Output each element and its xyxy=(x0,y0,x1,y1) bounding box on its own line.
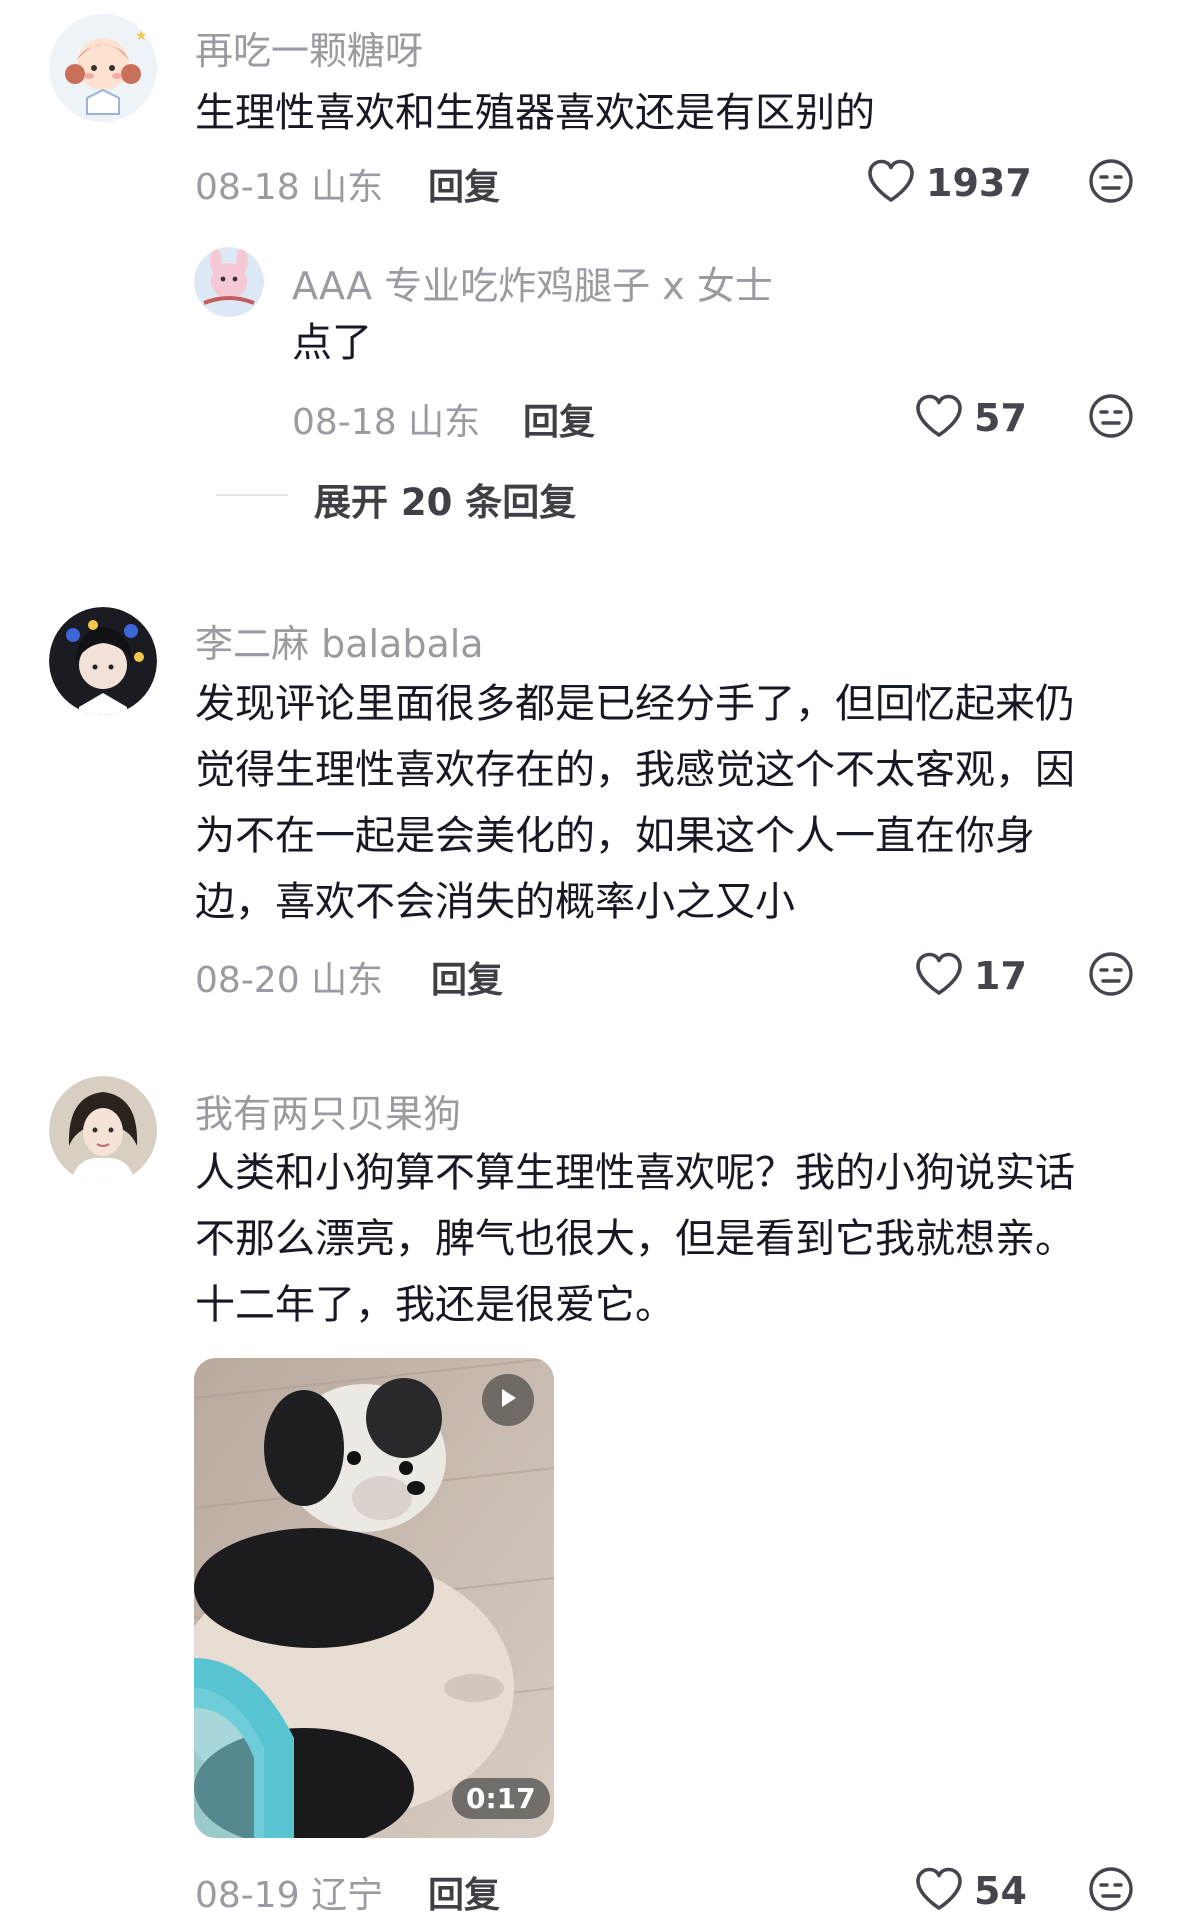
heart-outline-icon xyxy=(866,158,916,208)
comment-location: 山东 xyxy=(311,960,384,1001)
expand-divider xyxy=(216,494,288,496)
dog-photo xyxy=(194,1358,554,1838)
dislike-button[interactable] xyxy=(1088,1866,1134,1912)
comment-text-line: 为不在一起是会美化的，如果这个人一直在你身 xyxy=(195,813,1035,859)
comment-location: 山东 xyxy=(408,402,481,443)
username[interactable]: 我有两只贝果狗 xyxy=(195,1083,461,1138)
comment-location: 辽宁 xyxy=(311,1875,384,1916)
comment-text-line: 十二年了，我还是很爱它。 xyxy=(195,1282,675,1328)
like-count: 17 xyxy=(974,954,1027,998)
comment-text: 生理性喜欢和生殖器喜欢还是有区别的 xyxy=(195,90,875,136)
video-thumbnail[interactable]: 0:17 xyxy=(194,1358,554,1838)
comment-meta: 08-19 辽宁 xyxy=(195,1866,383,1918)
comment-text-line: 觉得生理性喜欢存在的，我感觉这个不太客观，因 xyxy=(195,747,1075,793)
video-duration: 0:17 xyxy=(452,1778,550,1819)
like-button[interactable]: 54 xyxy=(914,1866,1027,1916)
comment-meta: 08-18 山东 xyxy=(292,393,480,445)
comment-date: 08-18 xyxy=(195,167,300,208)
like-button[interactable]: 1937 xyxy=(866,158,1032,208)
dislike-button[interactable] xyxy=(1088,951,1134,997)
reply-button[interactable]: 回复 xyxy=(428,158,500,210)
dislike-button[interactable] xyxy=(1088,393,1134,439)
avatar[interactable]: ★ xyxy=(49,14,157,122)
play-icon xyxy=(497,1386,519,1414)
dislike-button[interactable] xyxy=(1088,158,1134,204)
comment-date: 08-20 xyxy=(195,960,300,1001)
comment-location: 山东 xyxy=(311,167,384,208)
dislike-face-icon xyxy=(1088,1866,1134,1912)
reply-text: 点了 xyxy=(292,320,372,366)
like-button[interactable]: 57 xyxy=(914,393,1027,443)
reply-button[interactable]: 回复 xyxy=(431,951,503,1003)
dislike-face-icon xyxy=(1088,158,1134,204)
comment-date: 08-18 xyxy=(292,402,397,443)
username[interactable]: 再吃一颗糖呀 xyxy=(195,20,423,75)
comment-date: 08-19 xyxy=(195,1875,300,1916)
heart-outline-icon xyxy=(914,951,964,1001)
like-count: 54 xyxy=(974,1869,1027,1913)
heart-outline-icon xyxy=(914,393,964,443)
comment-text-line: 边，喜欢不会消失的概率小之又小 xyxy=(195,879,795,925)
comment-text: 发现评论里面很多都是已经分手了，但回忆起来仍 觉得生理性喜欢存在的，我感觉这个不… xyxy=(195,671,1075,935)
like-count: 57 xyxy=(974,396,1027,440)
comment-text-line: 不那么漂亮，脾气也很大，但是看到它我就想亲。 xyxy=(195,1216,1075,1262)
comment-text-line: 发现评论里面很多都是已经分手了，但回忆起来仍 xyxy=(195,681,1075,727)
username[interactable]: AAA 专业吃炸鸡腿子 x 女士 xyxy=(292,255,773,310)
like-count: 1937 xyxy=(926,161,1032,205)
comment-text-line: 人类和小狗算不算生理性喜欢呢？我的小狗说实话 xyxy=(195,1150,1075,1196)
dislike-face-icon xyxy=(1088,393,1134,439)
reply-button[interactable]: 回复 xyxy=(428,1866,500,1918)
expand-replies-button[interactable]: 展开 20 条回复 xyxy=(314,472,576,526)
comment-meta: 08-20 山东 xyxy=(195,951,383,1003)
comment-text: 人类和小狗算不算生理性喜欢呢？我的小狗说实话 不那么漂亮，脾气也很大，但是看到它… xyxy=(195,1140,1075,1338)
svg-text:★: ★ xyxy=(135,28,148,44)
username[interactable]: 李二麻 balabala xyxy=(195,613,484,668)
dislike-face-icon xyxy=(1088,951,1134,997)
heart-outline-icon xyxy=(914,1866,964,1916)
reply-button[interactable]: 回复 xyxy=(523,393,595,445)
like-button[interactable]: 17 xyxy=(914,951,1027,1001)
avatar[interactable] xyxy=(194,247,264,317)
play-button[interactable] xyxy=(482,1374,534,1426)
avatar[interactable] xyxy=(49,1076,157,1184)
comment-meta: 08-18 山东 xyxy=(195,158,383,210)
avatar[interactable] xyxy=(49,607,157,715)
